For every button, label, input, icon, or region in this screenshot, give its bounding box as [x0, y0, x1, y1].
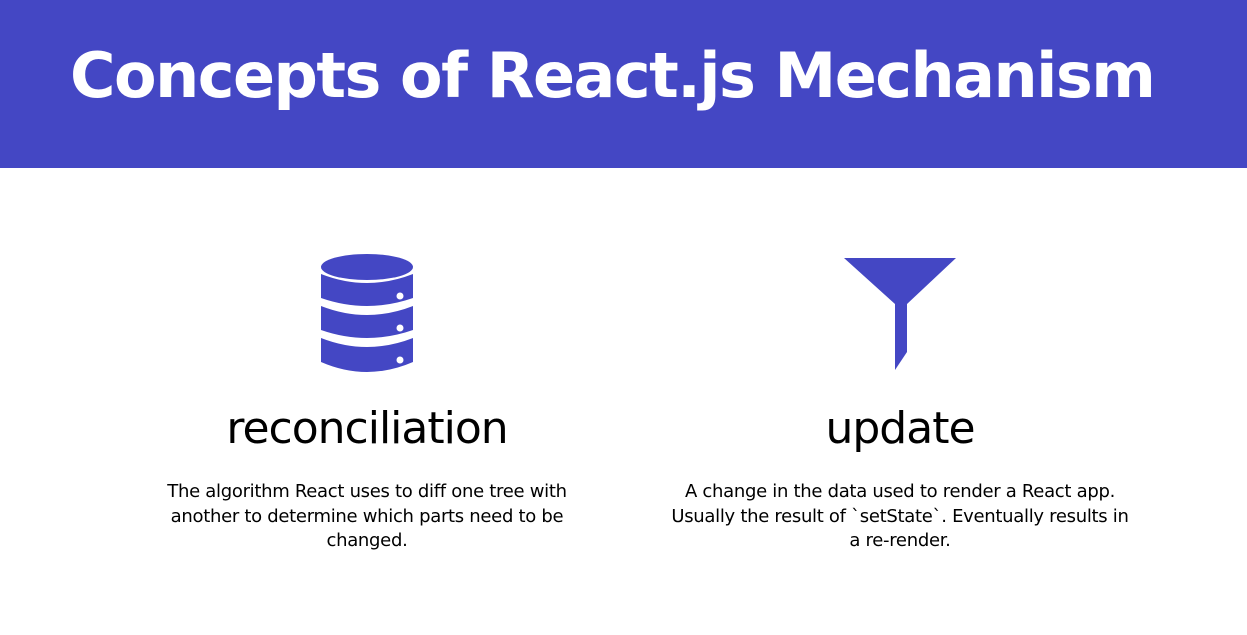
concept-description: The algorithm React uses to diff one tre…: [167, 481, 567, 551]
concept-description: A change in the data used to render a Re…: [671, 481, 1129, 551]
funnel-icon: [840, 252, 960, 378]
database-icon: [317, 252, 417, 378]
concept-title: update: [825, 403, 975, 454]
concept-title: reconciliation: [226, 403, 508, 454]
title-banner: Concepts of React.js Mechanism: [0, 0, 1247, 168]
page-title: Concepts of React.js Mechanism: [70, 39, 1156, 112]
